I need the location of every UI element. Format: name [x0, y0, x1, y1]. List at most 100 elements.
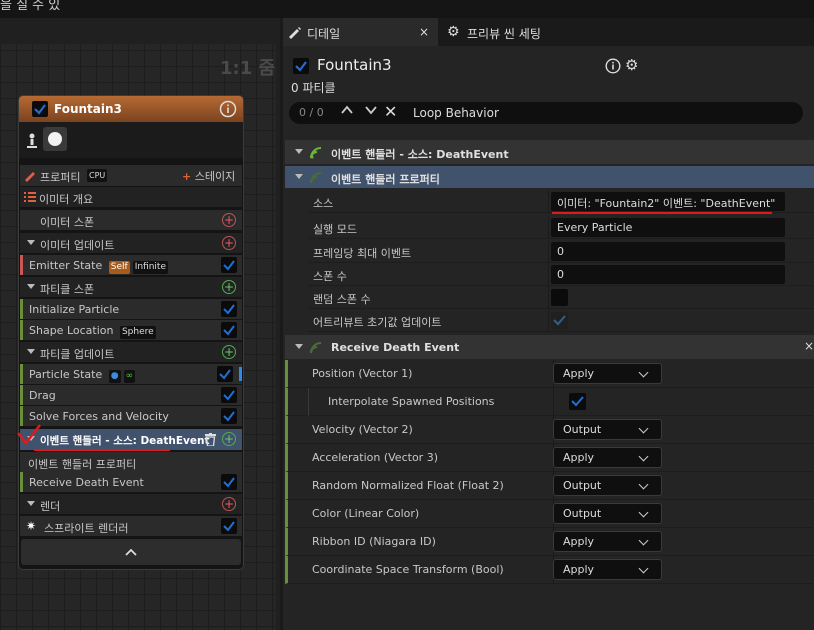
ribbon-id-dropdown[interactable]: Apply [553, 531, 662, 552]
emitter-update-section[interactable]: 이미터 업데이트 + [20, 233, 242, 253]
max-events-value[interactable]: 0 [551, 242, 785, 261]
prop-acceleration[interactable]: Acceleration (Vector 3) Apply [285, 444, 813, 472]
shape-location-row[interactable]: Shape Location Sphere [20, 320, 242, 340]
random-float-dropdown[interactable]: Output [553, 475, 662, 496]
enable-checkbox[interactable] [217, 366, 233, 382]
prop-update-attribute-init[interactable]: 어트리뷰트 초기값 업데이트 [308, 309, 813, 332]
close-tab-icon[interactable]: × [419, 25, 429, 39]
gear-icon[interactable]: ⚙ [625, 56, 638, 74]
particle-spawn-section[interactable]: 파티클 스폰 + [20, 277, 242, 297]
collapse-arrow-icon[interactable] [295, 344, 303, 349]
emitter-enable-checkbox[interactable] [32, 101, 48, 120]
window-title-fragment: 을 칠 수 있 [0, 0, 61, 13]
zoom-label: 1:1 줌 [220, 58, 276, 79]
add-module-icon[interactable]: + [222, 497, 236, 511]
search-next-icon[interactable] [365, 104, 377, 120]
coordinate-space-dropdown[interactable]: Apply [553, 559, 662, 580]
emitter-spawn-row[interactable]: 이미터 스폰 + [20, 210, 242, 230]
velocity-dropdown[interactable]: Output [553, 419, 662, 440]
search-result-index: 0 / 0 [299, 106, 324, 119]
selection-marker [239, 367, 242, 381]
collapse-arrow-icon[interactable] [295, 174, 303, 179]
add-module-icon[interactable]: + [222, 345, 236, 359]
info-icon[interactable] [605, 58, 621, 77]
spawn-number-value[interactable]: 0 [551, 265, 785, 284]
emitter-thumbnail[interactable] [43, 127, 67, 151]
add-stage-button[interactable]: + 스테이지 [182, 168, 235, 184]
enable-checkbox[interactable] [221, 257, 237, 273]
search-bar[interactable]: 0 / 0 ✕ Loop Behavior [289, 102, 803, 124]
enable-emitter-checkbox[interactable] [293, 58, 309, 77]
chevron-down-icon [638, 535, 649, 546]
interpolate-checkbox[interactable] [569, 393, 586, 410]
collapse-arrow-icon[interactable] [27, 284, 35, 289]
particle-state-row[interactable]: Particle State ● ∞ [20, 364, 242, 384]
receive-death-row[interactable]: Receive Death Event [20, 472, 242, 492]
properties-row[interactable]: 프로퍼티 CPU + 스테이지 [20, 165, 242, 186]
add-module-icon[interactable]: + [222, 236, 236, 250]
emitter-node-header[interactable]: Fountain3 [19, 96, 243, 122]
details-panel: 디테일 × ⚙ 프리뷰 씬 세팅 Fountain3 0 파티클 ⚙ 0 / 0… [283, 18, 814, 630]
top-strip: 을 칠 수 있 [0, 0, 814, 18]
enable-checkbox[interactable] [221, 518, 237, 534]
acceleration-dropdown[interactable]: Apply [553, 447, 662, 468]
prop-spawn-number[interactable]: 스폰 수 0 [308, 263, 813, 286]
search-prev-icon[interactable] [341, 104, 353, 120]
prop-random-float[interactable]: Random Normalized Float (Float 2) Output [285, 472, 813, 500]
enable-checkbox[interactable] [221, 474, 237, 490]
enable-checkbox[interactable] [221, 301, 237, 317]
emitter-state-row[interactable]: Emitter State Self Infinite [20, 255, 242, 275]
gear-icon: ⚙ [447, 24, 460, 40]
prop-ribbon-id[interactable]: Ribbon ID (Niagara ID) Apply [285, 528, 813, 556]
prop-interpolate-spawned[interactable]: Interpolate Spawned Positions [285, 388, 813, 416]
enable-checkbox[interactable] [221, 322, 237, 338]
category-receive-death-event[interactable]: Receive Death Event × [285, 335, 814, 359]
event-handler-section[interactable]: 이벤트 핸들러 - 소스: DeathEvent + [20, 429, 242, 450]
tab-preview-scene-settings[interactable]: ⚙ 프리뷰 씬 세팅 [441, 18, 591, 46]
search-input[interactable]: Loop Behavior [413, 106, 499, 120]
add-module-icon[interactable]: + [222, 213, 236, 227]
category-event-props[interactable]: 이벤트 핸들러 프로퍼티 [285, 166, 814, 188]
add-module-icon[interactable]: + [222, 280, 236, 294]
prop-source[interactable]: 소스 이미터: "Fountain2" 이벤트: "DeathEvent" [308, 190, 813, 213]
info-icon[interactable] [219, 100, 237, 121]
update-attribute-checkbox[interactable] [551, 312, 568, 329]
enable-checkbox[interactable] [221, 408, 237, 424]
event-handler-props-row[interactable]: 이벤트 핸들러 프로퍼티 [20, 452, 242, 472]
prop-color[interactable]: Color (Linear Color) Output [285, 500, 813, 528]
trash-icon[interactable] [205, 433, 216, 449]
event-icon [310, 340, 326, 357]
solve-forces-row[interactable]: Solve Forces and Velocity [20, 406, 242, 426]
collapse-arrow-icon[interactable] [295, 149, 303, 154]
emitter-summary-row[interactable]: 이미터 개요 [20, 187, 242, 207]
enable-checkbox[interactable] [221, 387, 237, 403]
particle-update-section[interactable]: 파티클 업데이트 + [20, 342, 242, 362]
category-event-source[interactable]: 이벤트 핸들러 - 소스: DeathEvent [285, 140, 814, 164]
object-name: Fountain3 [317, 56, 392, 74]
collapse-node-button[interactable] [21, 539, 241, 565]
execution-mode-value[interactable]: Every Particle [551, 218, 785, 237]
prop-velocity[interactable]: Velocity (Vector 2) Output [285, 416, 813, 444]
prop-max-events[interactable]: 프레임당 최대 이벤트 0 [308, 240, 813, 263]
source-value[interactable]: 이미터: "Fountain2" 이벤트: "DeathEvent" [551, 192, 785, 211]
prop-coordinate-space[interactable]: Coordinate Space Transform (Bool) Apply [285, 556, 813, 584]
render-section[interactable]: 렌더 + [20, 494, 242, 514]
add-module-icon[interactable]: + [222, 432, 236, 446]
drag-row[interactable]: Drag [20, 385, 242, 405]
position-dropdown[interactable]: Apply [553, 363, 662, 384]
prop-execution-mode[interactable]: 실행 모드 Every Particle [308, 216, 813, 239]
collapse-arrow-icon[interactable] [27, 501, 35, 506]
collapse-arrow-icon[interactable] [27, 240, 35, 245]
initialize-particle-row[interactable]: Initialize Particle [20, 299, 242, 319]
sprite-renderer-row[interactable]: ✷ 스프라이트 렌더러 [20, 516, 242, 536]
clear-search-icon[interactable]: ✕ [384, 102, 397, 121]
collapse-arrow-icon[interactable] [27, 349, 35, 354]
random-spawn-checkbox[interactable] [551, 289, 568, 306]
tab-details[interactable]: 디테일 × [283, 18, 438, 46]
prop-random-spawn[interactable]: 랜덤 스폰 수 [308, 286, 813, 309]
emitter-node[interactable]: Fountain3 프로퍼티 CPU + 스테이지 이미터 개요 이미터 스폰 … [18, 95, 244, 570]
color-dropdown[interactable]: Output [553, 503, 662, 524]
prop-position[interactable]: Position (Vector 1) Apply [285, 360, 813, 388]
details-tabbar: 디테일 × ⚙ 프리뷰 씬 세팅 [283, 18, 814, 46]
close-icon[interactable]: × [804, 339, 814, 353]
